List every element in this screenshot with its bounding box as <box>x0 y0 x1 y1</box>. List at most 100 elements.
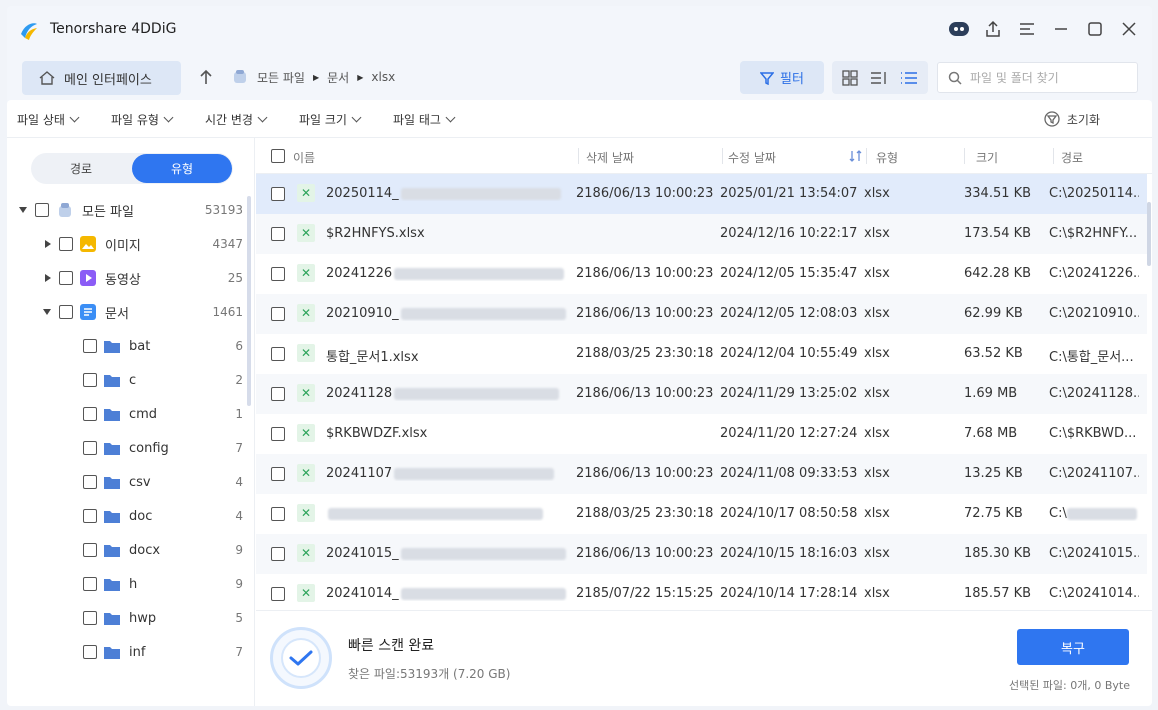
tab-type[interactable]: 유형 <box>132 154 232 183</box>
row-checkbox[interactable] <box>271 547 285 561</box>
column-header-modified[interactable]: 수정 날짜 <box>728 149 776 166</box>
detail-view-icon[interactable] <box>870 70 888 86</box>
checkbox[interactable] <box>59 271 73 285</box>
column-header-size[interactable]: 크기 <box>976 149 998 166</box>
checkbox[interactable] <box>83 645 97 659</box>
tree-node-bat[interactable]: bat 6 <box>7 329 254 363</box>
tab-path[interactable]: 경로 <box>31 153 131 184</box>
sidebar-scrollbar[interactable] <box>247 196 251 406</box>
row-checkbox[interactable] <box>271 347 285 361</box>
collapse-arrow-icon[interactable] <box>43 309 51 315</box>
table-row[interactable]: ✕ $RKBWDZF.xlsx 2024/11/20 12:27:24 xlsx 7.6… <box>256 414 1147 454</box>
checkbox[interactable] <box>83 509 97 523</box>
file-size-dropdown[interactable]: 파일 크기 <box>299 111 362 128</box>
menu-icon[interactable] <box>1016 18 1038 40</box>
time-changed-dropdown[interactable]: 시간 변경 <box>205 111 268 128</box>
table-row[interactable]: ✕ 20241015_ 2186/06/13 10:00:23 2024/10/15 … <box>256 534 1147 574</box>
breadcrumb-item-xlsx[interactable]: xlsx <box>371 70 395 84</box>
cell-deleted: 2186/06/13 10:00:23 <box>576 546 714 561</box>
table-row[interactable]: ✕ 통합_문서1.xlsx 2188/03/25 23:30:18 2024/12/0… <box>256 334 1147 374</box>
table-row[interactable]: ✕ 20241226 2186/06/13 10:00:23 2024/12/05 1… <box>256 254 1147 294</box>
row-checkbox[interactable] <box>271 307 285 321</box>
row-checkbox[interactable] <box>271 187 285 201</box>
cell-name <box>326 506 574 521</box>
checkbox[interactable] <box>83 441 97 455</box>
checkbox[interactable] <box>83 475 97 489</box>
table-row[interactable]: ✕ 20241014_ 2185/07/22 15:15:25 2024/10/14 … <box>256 574 1147 610</box>
collapse-arrow-icon[interactable] <box>19 207 27 213</box>
excel-file-icon: ✕ <box>297 344 315 362</box>
expand-arrow-icon[interactable] <box>45 274 51 282</box>
tree-node-h[interactable]: h9 <box>7 567 254 601</box>
reset-label: 초기화 <box>1066 112 1100 127</box>
row-checkbox[interactable] <box>271 267 285 281</box>
cell-modified: 2024/12/05 12:08:03 <box>720 306 858 321</box>
checkbox[interactable] <box>35 203 49 217</box>
row-checkbox[interactable] <box>271 387 285 401</box>
minimize-icon[interactable] <box>1050 18 1072 40</box>
file-type-dropdown[interactable]: 파일 유형 <box>111 111 174 128</box>
share-export-icon[interactable] <box>982 18 1004 40</box>
checkbox[interactable] <box>83 577 97 591</box>
grid-view-icon[interactable] <box>842 69 858 86</box>
row-checkbox[interactable] <box>271 587 285 601</box>
checkbox[interactable] <box>83 339 97 353</box>
table-row[interactable]: ✕ 20250114_ 2186/06/13 10:00:23 2025/01/21 … <box>256 174 1147 214</box>
tree-node-cmd[interactable]: cmd 1 <box>7 397 254 431</box>
checkbox[interactable] <box>83 373 97 387</box>
checkbox[interactable] <box>83 407 97 421</box>
tree-node-docx[interactable]: docx 9 <box>7 533 254 567</box>
excel-file-icon: ✕ <box>297 544 315 562</box>
search-input[interactable]: 파일 및 폴더 찾기 <box>937 62 1138 93</box>
checkbox[interactable] <box>83 611 97 625</box>
tree-node-hwp[interactable]: hwp 5 <box>7 601 254 635</box>
tree-node-config[interactable]: config 7 <box>7 431 254 465</box>
tree-node-videos[interactable]: 동영상 25 <box>7 261 254 295</box>
list-view-icon[interactable] <box>900 70 918 86</box>
main-interface-button[interactable]: 메인 인터페이스 <box>22 61 181 95</box>
breadcrumb-item-all-files[interactable]: 모든 파일 <box>257 69 305 86</box>
reset-button[interactable]: 초기화 <box>1043 110 1100 128</box>
up-arrow-icon[interactable] <box>195 66 217 88</box>
tree-node-c[interactable]: c2 <box>7 363 254 397</box>
excel-file-icon: ✕ <box>297 424 315 442</box>
tree-node-doc[interactable]: doc 4 <box>7 499 254 533</box>
select-all-checkbox[interactable] <box>271 149 285 163</box>
tree-node-inf[interactable]: inf 7 <box>7 635 254 669</box>
maximize-icon[interactable] <box>1084 18 1106 40</box>
excel-file-icon: ✕ <box>297 504 315 522</box>
expand-arrow-icon[interactable] <box>45 240 51 248</box>
close-icon[interactable] <box>1118 18 1140 40</box>
table-row[interactable]: ✕ 20210910_ 2186/06/13 10:00:23 2024/12/05 … <box>256 294 1147 334</box>
filter-button[interactable]: 필터 <box>740 61 824 94</box>
column-header-name[interactable]: 이름 <box>293 149 315 166</box>
file-status-dropdown[interactable]: 파일 상태 <box>17 111 80 128</box>
column-header-type[interactable]: 유형 <box>876 149 898 166</box>
row-checkbox[interactable] <box>271 227 285 241</box>
breadcrumb-item-documents[interactable]: 문서 <box>327 69 349 86</box>
table-row[interactable]: ✕ $R2HNFYS.xlsx 2024/12/16 10:22:17 xlsx 173… <box>256 214 1147 254</box>
cell-size: 334.51 KB <box>964 186 1032 201</box>
tree-node-csv[interactable]: csv 4 <box>7 465 254 499</box>
tree-node-images[interactable]: 이미지 4347 <box>7 227 254 261</box>
table-scrollbar[interactable] <box>1147 202 1151 266</box>
checkbox[interactable] <box>59 305 73 319</box>
sort-icon[interactable] <box>849 150 863 162</box>
table-row[interactable]: ✕ 20241128 2186/06/13 10:00:23 2024/11/29 1… <box>256 374 1147 414</box>
checkbox[interactable] <box>83 543 97 557</box>
row-checkbox[interactable] <box>271 427 285 441</box>
recover-button[interactable]: 복구 <box>1017 629 1129 665</box>
column-header-deleted[interactable]: 삭제 날짜 <box>586 149 634 166</box>
checkbox[interactable] <box>59 237 73 251</box>
cell-name: $R2HNFYS.xlsx <box>326 226 425 241</box>
column-header-path[interactable]: 경로 <box>1061 149 1083 166</box>
assistant-robot-icon[interactable] <box>948 18 970 40</box>
table-row[interactable]: ✕ 2188/03/25 23:30:18 2024/10/17 08:50:58 x… <box>256 494 1147 534</box>
tree-node-all-files[interactable]: 모든 파일 53193 <box>7 193 254 227</box>
row-checkbox[interactable] <box>271 467 285 481</box>
row-checkbox[interactable] <box>271 507 285 521</box>
table-row[interactable]: ✕ 20241107 2186/06/13 10:00:23 2024/11/08 0… <box>256 454 1147 494</box>
file-tag-dropdown[interactable]: 파일 태그 <box>393 111 456 128</box>
tree-node-documents[interactable]: 문서 1461 <box>7 295 254 329</box>
cell-modified: 2024/11/08 09:33:53 <box>720 466 858 481</box>
